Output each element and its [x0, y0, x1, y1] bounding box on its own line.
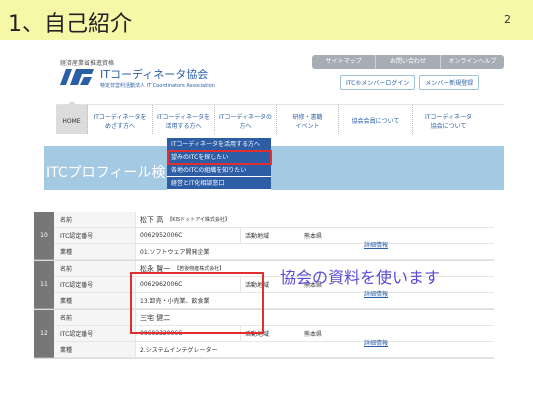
industry-value: 01.ソフトウェア開発企業 [140, 249, 210, 256]
highlight-box-record [130, 272, 264, 334]
annotation-text: 協会の資料を使います [280, 268, 441, 287]
site-logo-subtitle: 特定非営利活動法人 IT Coordinators Association [100, 83, 215, 89]
record-index: 10 [34, 212, 54, 260]
detail-link[interactable]: 詳細情報 [360, 326, 494, 347]
table-record: 10 名前 松下 高 【KISドットアイ株式会社】 ITC認定番号 006295… [34, 212, 494, 261]
area-label: 活動地域 [240, 228, 300, 243]
table-row: ITC認定番号 0062952006C 活動地域 熊本県 詳細情報 [54, 228, 494, 249]
nav-use-itc[interactable]: ITコーディネータを 活用する方へ [153, 105, 215, 134]
table-row: 業種 2.システムインテグレーター [54, 342, 494, 358]
utility-links-bar: サイトマップ お問い合わせ オンラインヘルプ [312, 55, 504, 69]
site-logo-title[interactable]: ITコーディネータ協会 [100, 66, 208, 82]
member-name: 松下 高 [140, 215, 164, 224]
cert-number: 0062952006C [140, 232, 183, 239]
nav-training-events[interactable]: 研修・書籍 イベント [277, 105, 339, 134]
member-login-button[interactable]: ITC®メンバーログイン [340, 75, 416, 90]
dropdown-item-consultation[interactable]: 経営とIT化相談窓口 [167, 177, 271, 190]
contact-link[interactable]: お問い合わせ [376, 55, 441, 69]
member-company: 【KISドットアイ株式会社】 [167, 217, 230, 223]
name-label: 名前 [54, 310, 136, 325]
nav-about-association[interactable]: ITコーディネータ 協会について [413, 105, 484, 134]
cert-label: ITC認定番号 [54, 228, 136, 243]
nav-for-itc[interactable]: ITコーディネータの 方へ [215, 105, 277, 134]
cert-label: ITC認定番号 [54, 326, 136, 341]
slide-title: 1、自己紹介 [8, 12, 132, 37]
sitemap-link[interactable]: サイトマップ [312, 55, 377, 69]
name-label: 名前 [54, 212, 136, 227]
member-company: 【若後物産株式会社】 [174, 266, 225, 272]
table-row: 業種 01.ソフトウェア開発企業 [54, 244, 494, 260]
main-nav: HOME ITコーディネータを めざす方へ ITコーディネータを 活用する方へ IT… [56, 101, 504, 134]
industry-label: 業種 [54, 342, 136, 357]
member-login-row: ITC®メンバーログイン メンバー新規登録 [340, 75, 480, 90]
area-value: 熊本県 [304, 331, 323, 338]
industry-value: 2.システムインテグレーター [140, 347, 218, 354]
slide-number: 2 [504, 13, 511, 26]
detail-link[interactable]: 詳細情報 [360, 228, 494, 249]
member-register-button[interactable]: メンバー新規登録 [419, 75, 480, 90]
slide-title-bar: 1、自己紹介 2 [0, 0, 533, 40]
cert-label: ITC認定番号 [54, 277, 136, 292]
record-index: 12 [34, 310, 54, 358]
table-row: 名前 三宅 健二 [54, 310, 494, 326]
record-index: 11 [34, 261, 54, 309]
table-row: 業種 13.卸売・小売業、飲食業 [54, 293, 494, 309]
banner-title: ITCプロフィール検 [46, 165, 166, 181]
name-label: 名前 [54, 261, 136, 276]
table-record: 12 名前 三宅 健二 ITC認定番号 0069332006C 活動地域 熊本県… [34, 310, 494, 359]
highlight-box-dropdown [167, 150, 272, 165]
table-row: ITC認定番号 0069332006C 活動地域 熊本県 詳細情報 [54, 326, 494, 347]
nav-aspiring-itc[interactable]: ITコーディネータを めざす方へ [88, 105, 153, 134]
itca-logo-icon[interactable] [58, 67, 96, 87]
industry-label: 業種 [54, 244, 136, 259]
dropdown-item-regional-orgs[interactable]: 各地のITCの組織を知りたい [167, 164, 271, 177]
nav-membership[interactable]: 協会会員について [339, 105, 413, 134]
table-row: 名前 松下 高 【KISドットアイ株式会社】 [54, 212, 494, 228]
industry-label: 業種 [54, 293, 136, 308]
nav-home[interactable]: HOME [56, 101, 88, 134]
area-value: 熊本県 [304, 233, 323, 240]
online-help-link[interactable]: オンラインヘルプ [441, 55, 504, 69]
